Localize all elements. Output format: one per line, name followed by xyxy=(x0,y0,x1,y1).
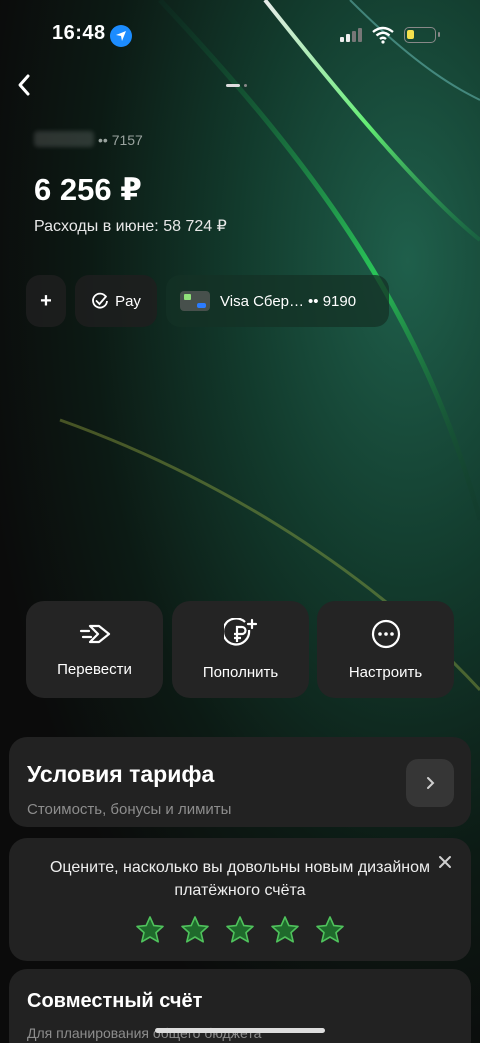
joint-title: Совместный счёт xyxy=(27,990,203,1012)
pay-label: Pay xyxy=(115,292,141,310)
location-icon xyxy=(110,25,132,47)
star-icon[interactable] xyxy=(225,915,255,945)
transfer-button[interactable]: Перевести xyxy=(26,601,163,698)
rating-stars xyxy=(135,915,345,945)
rating-question: Оцените, насколько вы довольны новым диз… xyxy=(49,859,431,899)
close-icon[interactable] xyxy=(435,852,455,872)
back-button[interactable] xyxy=(10,70,38,100)
rating-survey-card: Оцените, насколько вы довольны новым диз… xyxy=(9,838,471,961)
home-indicator xyxy=(155,1028,325,1033)
tariff-conditions-card[interactable]: Условия тарифа Стоимость, бонусы и лимит… xyxy=(9,737,471,827)
settings-button[interactable]: Настроить xyxy=(317,601,454,698)
ruble-plus-icon xyxy=(223,618,257,646)
linked-card-button[interactable]: Visa Сбер… •• 9190 xyxy=(166,275,389,327)
card-icon xyxy=(180,291,210,311)
star-icon[interactable] xyxy=(270,915,300,945)
chevron-right-icon[interactable] xyxy=(406,759,454,807)
page-indicator xyxy=(226,84,247,87)
transfer-arrow-icon xyxy=(79,624,110,644)
add-card-button[interactable]: + xyxy=(26,275,66,327)
pay-check-icon xyxy=(92,292,108,309)
signal-icon xyxy=(340,28,362,42)
pay-button[interactable]: Pay xyxy=(75,275,157,327)
card-number: •• 9190 xyxy=(308,292,357,310)
account-number: •• 7157 xyxy=(98,132,143,148)
transfer-label: Перевести xyxy=(57,661,132,678)
account-name-blurred xyxy=(34,131,94,147)
card-name: Visa Сбер… xyxy=(220,292,305,310)
battery-icon xyxy=(404,27,440,43)
tariff-title: Условия тарифа xyxy=(27,761,215,787)
status-time: 16:48 xyxy=(52,22,106,44)
settings-label: Настроить xyxy=(348,664,423,681)
star-icon[interactable] xyxy=(180,915,210,945)
star-icon[interactable] xyxy=(135,915,165,945)
tariff-subtitle: Стоимость, бонусы и лимиты xyxy=(27,801,232,818)
star-icon[interactable] xyxy=(315,915,345,945)
monthly-spending[interactable]: Расходы в июне: 58 724 ₽ xyxy=(34,216,227,236)
wifi-icon xyxy=(372,26,394,49)
top-up-label: Пополнить xyxy=(202,664,279,681)
top-up-button[interactable]: Пополнить xyxy=(172,601,309,698)
more-dots-icon xyxy=(371,619,400,649)
account-balance: 6 256 ₽ xyxy=(34,172,142,207)
status-bar: 16:48 xyxy=(0,0,480,70)
